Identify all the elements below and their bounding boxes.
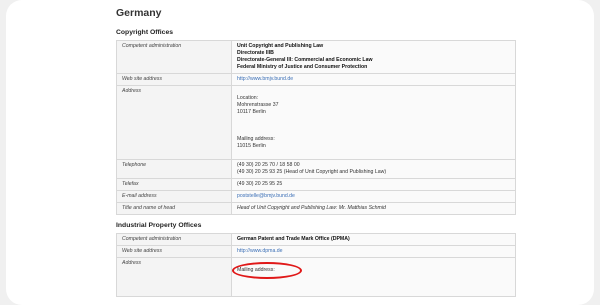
competent-admin-value: Unit Copyright and Publishing Law Direct… <box>231 40 516 74</box>
competent-admin-label: Competent administration <box>116 40 232 74</box>
telephone-value: (49 30) 20 25 70 / 18 58 00 (49 30) 20 2… <box>231 159 516 179</box>
address-line: Mailing address: <box>237 136 275 142</box>
email-value: poststelle@bmjv.bund.de <box>231 190 516 203</box>
telefax-label: Telefax <box>116 178 232 191</box>
address-label: Address <box>116 257 232 297</box>
email-label: E-mail address <box>116 190 232 203</box>
table-row: Telephone (49 30) 20 25 70 / 18 58 00 (4… <box>116 159 516 179</box>
web-site-link[interactable]: http://www.bmjv.bund.de <box>237 76 293 82</box>
web-site-value: http://www.dpma.de <box>231 245 516 258</box>
admin-line: Directorate IIIB <box>237 50 274 56</box>
table-row: Competent administration Unit Copyright … <box>116 40 516 74</box>
table-row: Competent administration German Patent a… <box>116 233 516 246</box>
address-label: Address <box>116 85 232 160</box>
telephone-label: Telephone <box>116 159 232 179</box>
highlight-circle <box>232 262 302 279</box>
admin-line: Directorate-General III: Commercial and … <box>237 57 373 63</box>
admin-line: Federal Ministry of Justice and Consumer… <box>237 64 368 70</box>
industrial-property-table: Competent administration German Patent a… <box>116 233 516 297</box>
telephone-line: (49 30) 20 25 93 25 (Head of Unit Copyri… <box>237 169 387 175</box>
competent-admin-value: German Patent and Trade Mark Office (DPM… <box>231 233 516 246</box>
telefax-value: (49 30) 20 25 95 25 <box>231 178 516 191</box>
industrial-property-heading: Industrial Property Offices <box>116 222 202 229</box>
country-heading: Germany <box>116 7 162 19</box>
table-row: Title and name of head Head of Unit Copy… <box>116 202 516 215</box>
address-value: Location: Mohrenstrasse 37 10117 Berlin … <box>231 85 516 160</box>
table-row: Web site address http://www.bmjv.bund.de <box>116 73 516 86</box>
address-line: Location: <box>237 95 259 101</box>
admin-line: Unit Copyright and Publishing Law <box>237 43 324 49</box>
table-row: Telefax (49 30) 20 25 95 25 <box>116 178 516 191</box>
address-line: 10117 Berlin <box>237 109 266 115</box>
copyright-offices-heading: Copyright Offices <box>116 29 174 36</box>
content-area: Germany Copyright Offices Competent admi… <box>116 6 516 303</box>
table-row: Address Mailing address: <box>116 257 516 297</box>
address-line: Mohrenstrasse 37 <box>237 102 279 108</box>
email-link[interactable]: poststelle@bmjv.bund.de <box>237 193 295 199</box>
copyright-offices-table: Competent administration Unit Copyright … <box>116 40 516 215</box>
table-row: Web site address http://www.dpma.de <box>116 245 516 258</box>
page-frame: Germany Copyright Offices Competent admi… <box>6 0 594 305</box>
head-value: Head of Unit Copyright and Publishing La… <box>231 202 516 215</box>
competent-admin-label: Competent administration <box>116 233 232 246</box>
web-site-label: Web site address <box>116 73 232 86</box>
telephone-line: (49 30) 20 25 70 / 18 58 00 <box>237 162 300 168</box>
head-label: Title and name of head <box>116 202 232 215</box>
web-site-label: Web site address <box>116 245 232 258</box>
table-row: Address Location: Mohrenstrasse 37 10117… <box>116 85 516 160</box>
web-site-link[interactable]: http://www.dpma.de <box>237 248 283 254</box>
address-line: 11015 Berlin <box>237 143 266 149</box>
web-site-value: http://www.bmjv.bund.de <box>231 73 516 86</box>
table-row: E-mail address poststelle@bmjv.bund.de <box>116 190 516 203</box>
